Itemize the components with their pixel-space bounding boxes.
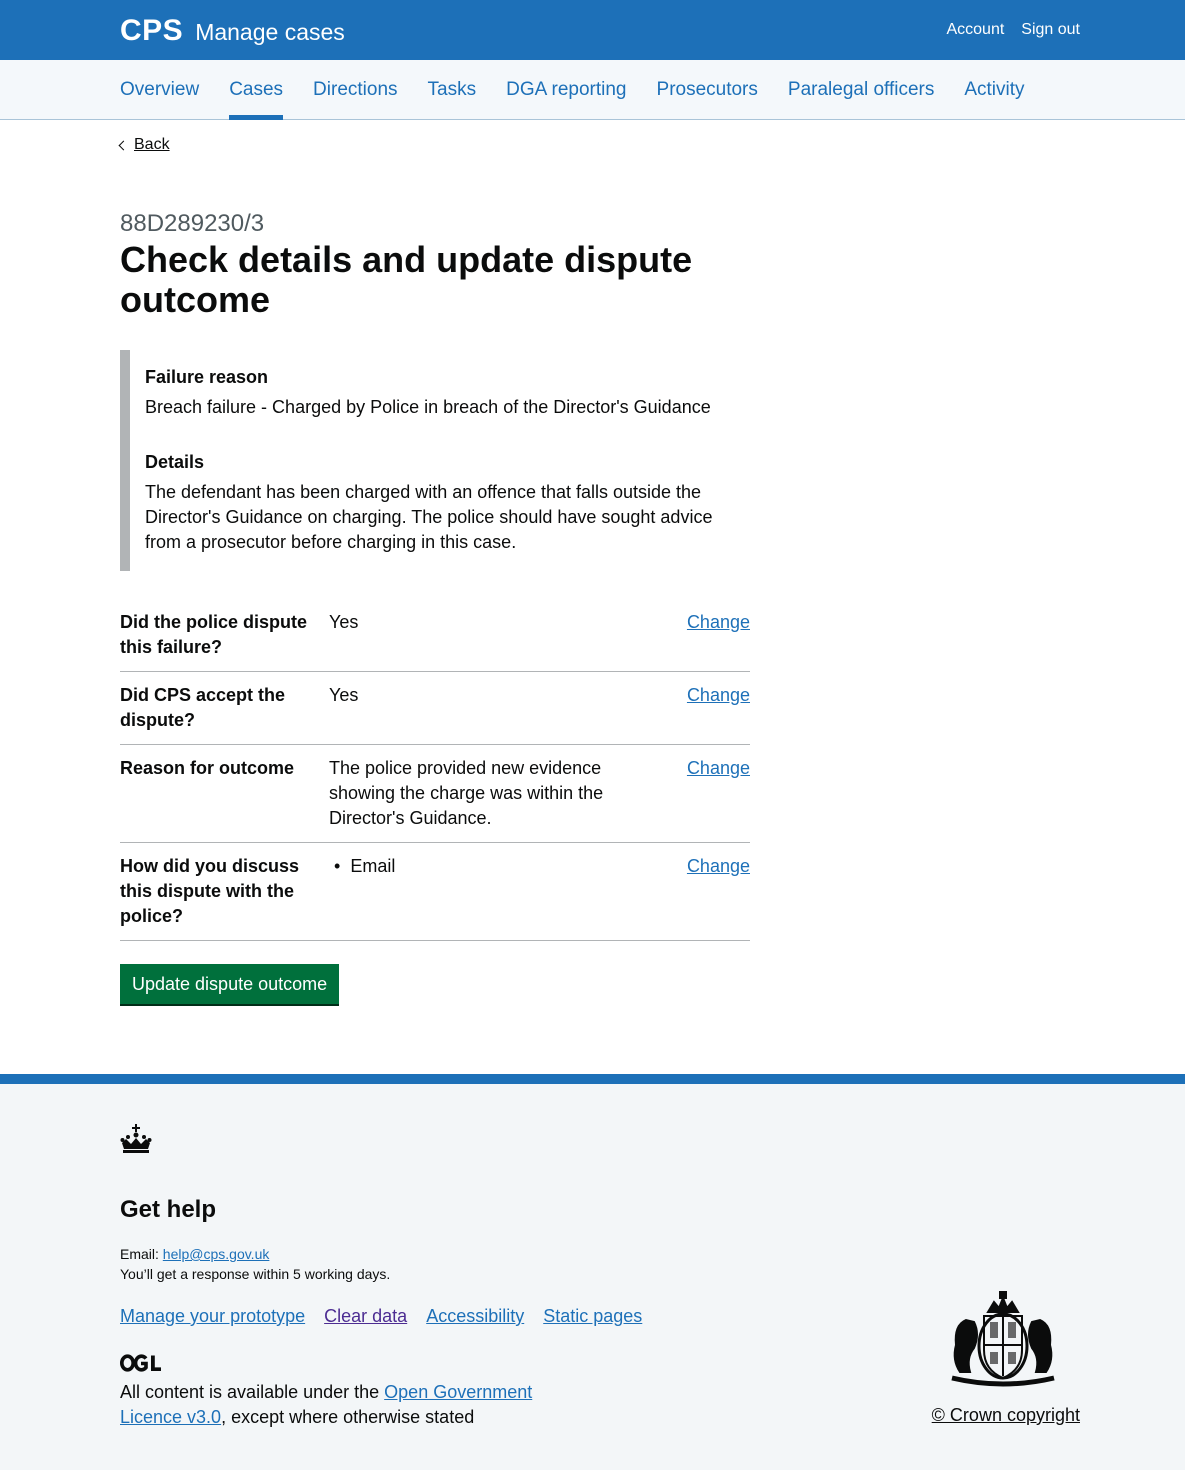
nav-item-paralegal-officers: Paralegal officers (788, 60, 934, 120)
summary-row-discussion-method: How did you discuss this dispute with th… (120, 854, 750, 941)
update-dispute-outcome-button[interactable]: Update dispute outcome (120, 964, 340, 1004)
nav-item-prosecutors: Prosecutors (657, 60, 758, 120)
case-reference-caption: 88D289230/3 (120, 210, 265, 237)
accessibility-link[interactable]: Accessibility (426, 1306, 524, 1327)
back-link[interactable]: Back (134, 136, 170, 154)
copyright: © Crown copyright (932, 1405, 1080, 1426)
account-link[interactable]: Account (946, 21, 1004, 39)
crown-copyright-link[interactable]: © Crown copyright (932, 1405, 1080, 1425)
failure-inset: Failure reason Breach failure - Charged … (120, 350, 750, 571)
failure-reason-heading: Failure reason (145, 367, 269, 387)
summary-key: Did CPS accept the dispute? (120, 685, 286, 730)
summary-key: Reason for outcome (120, 758, 295, 778)
summary-key: Did the police dispute this failure? (120, 612, 308, 657)
service-brand[interactable]: CPS Manage cases (120, 14, 345, 48)
service-name: Manage cases (195, 19, 345, 45)
nav-link-activity[interactable]: Activity (964, 60, 1024, 120)
ogl-logo-icon (120, 1354, 161, 1372)
summary-row-reason: Reason for outcome The police provided n… (120, 756, 750, 843)
change-cps-accept-link[interactable]: Change (687, 685, 750, 705)
licence-text: All content is available under the Open … (120, 1380, 560, 1430)
clear-data-link[interactable]: Clear data (324, 1306, 407, 1327)
page-title: Check details and update dispute outcome (120, 239, 693, 320)
response-time-note: You’ll get a response within 5 working d… (120, 1266, 391, 1282)
manage-prototype-link[interactable]: Manage your prototype (120, 1306, 305, 1327)
bullet-icon: • (334, 856, 341, 876)
header-links: Account Sign out (946, 21, 1080, 39)
primary-navigation: Overview Cases Directions Tasks DGA repo… (0, 60, 1185, 120)
bullet-text: Email (350, 856, 396, 876)
nav-item-directions: Directions (313, 60, 397, 120)
summary-row-police-dispute: Did the police dispute this failure? Yes… (120, 610, 750, 672)
change-reason-link[interactable]: Change (687, 758, 750, 778)
nav-link-dga-reporting[interactable]: DGA reporting (506, 60, 626, 120)
email-label: Email: (120, 1246, 163, 1262)
site-footer: Get help Email: help@cps.gov.uk You’ll g… (0, 1074, 1185, 1470)
chevron-left-icon (118, 140, 129, 151)
summary-value: Yes (329, 685, 359, 705)
footer-links: Manage your prototype Clear data Accessi… (120, 1306, 642, 1327)
details-text: The defendant has been charged with an o… (145, 482, 713, 552)
sign-out-link[interactable]: Sign out (1021, 21, 1080, 39)
nav-link-overview[interactable]: Overview (120, 60, 199, 120)
nav-link-prosecutors[interactable]: Prosecutors (657, 60, 758, 120)
summary-value: The police provided new evidence showing… (329, 758, 604, 828)
royal-coat-of-arms-icon (951, 1291, 1055, 1387)
nav-item-cases: Cases (229, 60, 284, 120)
site-header: CPS Manage cases Account Sign out (0, 0, 1185, 60)
nav-item-dga-reporting: DGA reporting (506, 60, 626, 120)
licence-prefix: All content is available under the (120, 1382, 385, 1402)
get-help-heading: Get help (120, 1196, 217, 1223)
list-item: • Email (329, 854, 619, 879)
summary-list: Did the police dispute this failure? Yes… (120, 610, 750, 952)
back-link-container: Back (118, 136, 170, 154)
summary-key: How did you discuss this dispute with th… (120, 856, 300, 926)
details-heading: Details (145, 452, 205, 472)
nav-link-cases[interactable]: Cases (229, 60, 284, 120)
nav-link-directions[interactable]: Directions (313, 60, 397, 120)
change-discussion-method-link[interactable]: Change (687, 856, 750, 876)
nav-item-activity: Activity (964, 60, 1024, 120)
crown-icon (120, 1124, 152, 1153)
static-pages-link[interactable]: Static pages (543, 1306, 642, 1327)
change-police-dispute-link[interactable]: Change (687, 612, 750, 632)
nav-link-tasks[interactable]: Tasks (428, 60, 477, 120)
help-email-link[interactable]: help@cps.gov.uk (163, 1246, 270, 1262)
nav-link-paralegal-officers[interactable]: Paralegal officers (788, 60, 934, 120)
org-name: CPS (120, 14, 184, 47)
help-email-line: Email: help@cps.gov.uk (120, 1246, 269, 1262)
licence-suffix: , except where otherwise stated (221, 1407, 475, 1427)
nav-item-overview: Overview (120, 60, 199, 120)
failure-reason-text: Breach failure - Charged by Police in br… (145, 397, 711, 417)
nav-item-tasks: Tasks (428, 60, 477, 120)
summary-value: Yes (329, 612, 359, 632)
summary-value: • Email (329, 854, 619, 929)
summary-row-cps-accept: Did CPS accept the dispute? Yes Change (120, 683, 750, 745)
